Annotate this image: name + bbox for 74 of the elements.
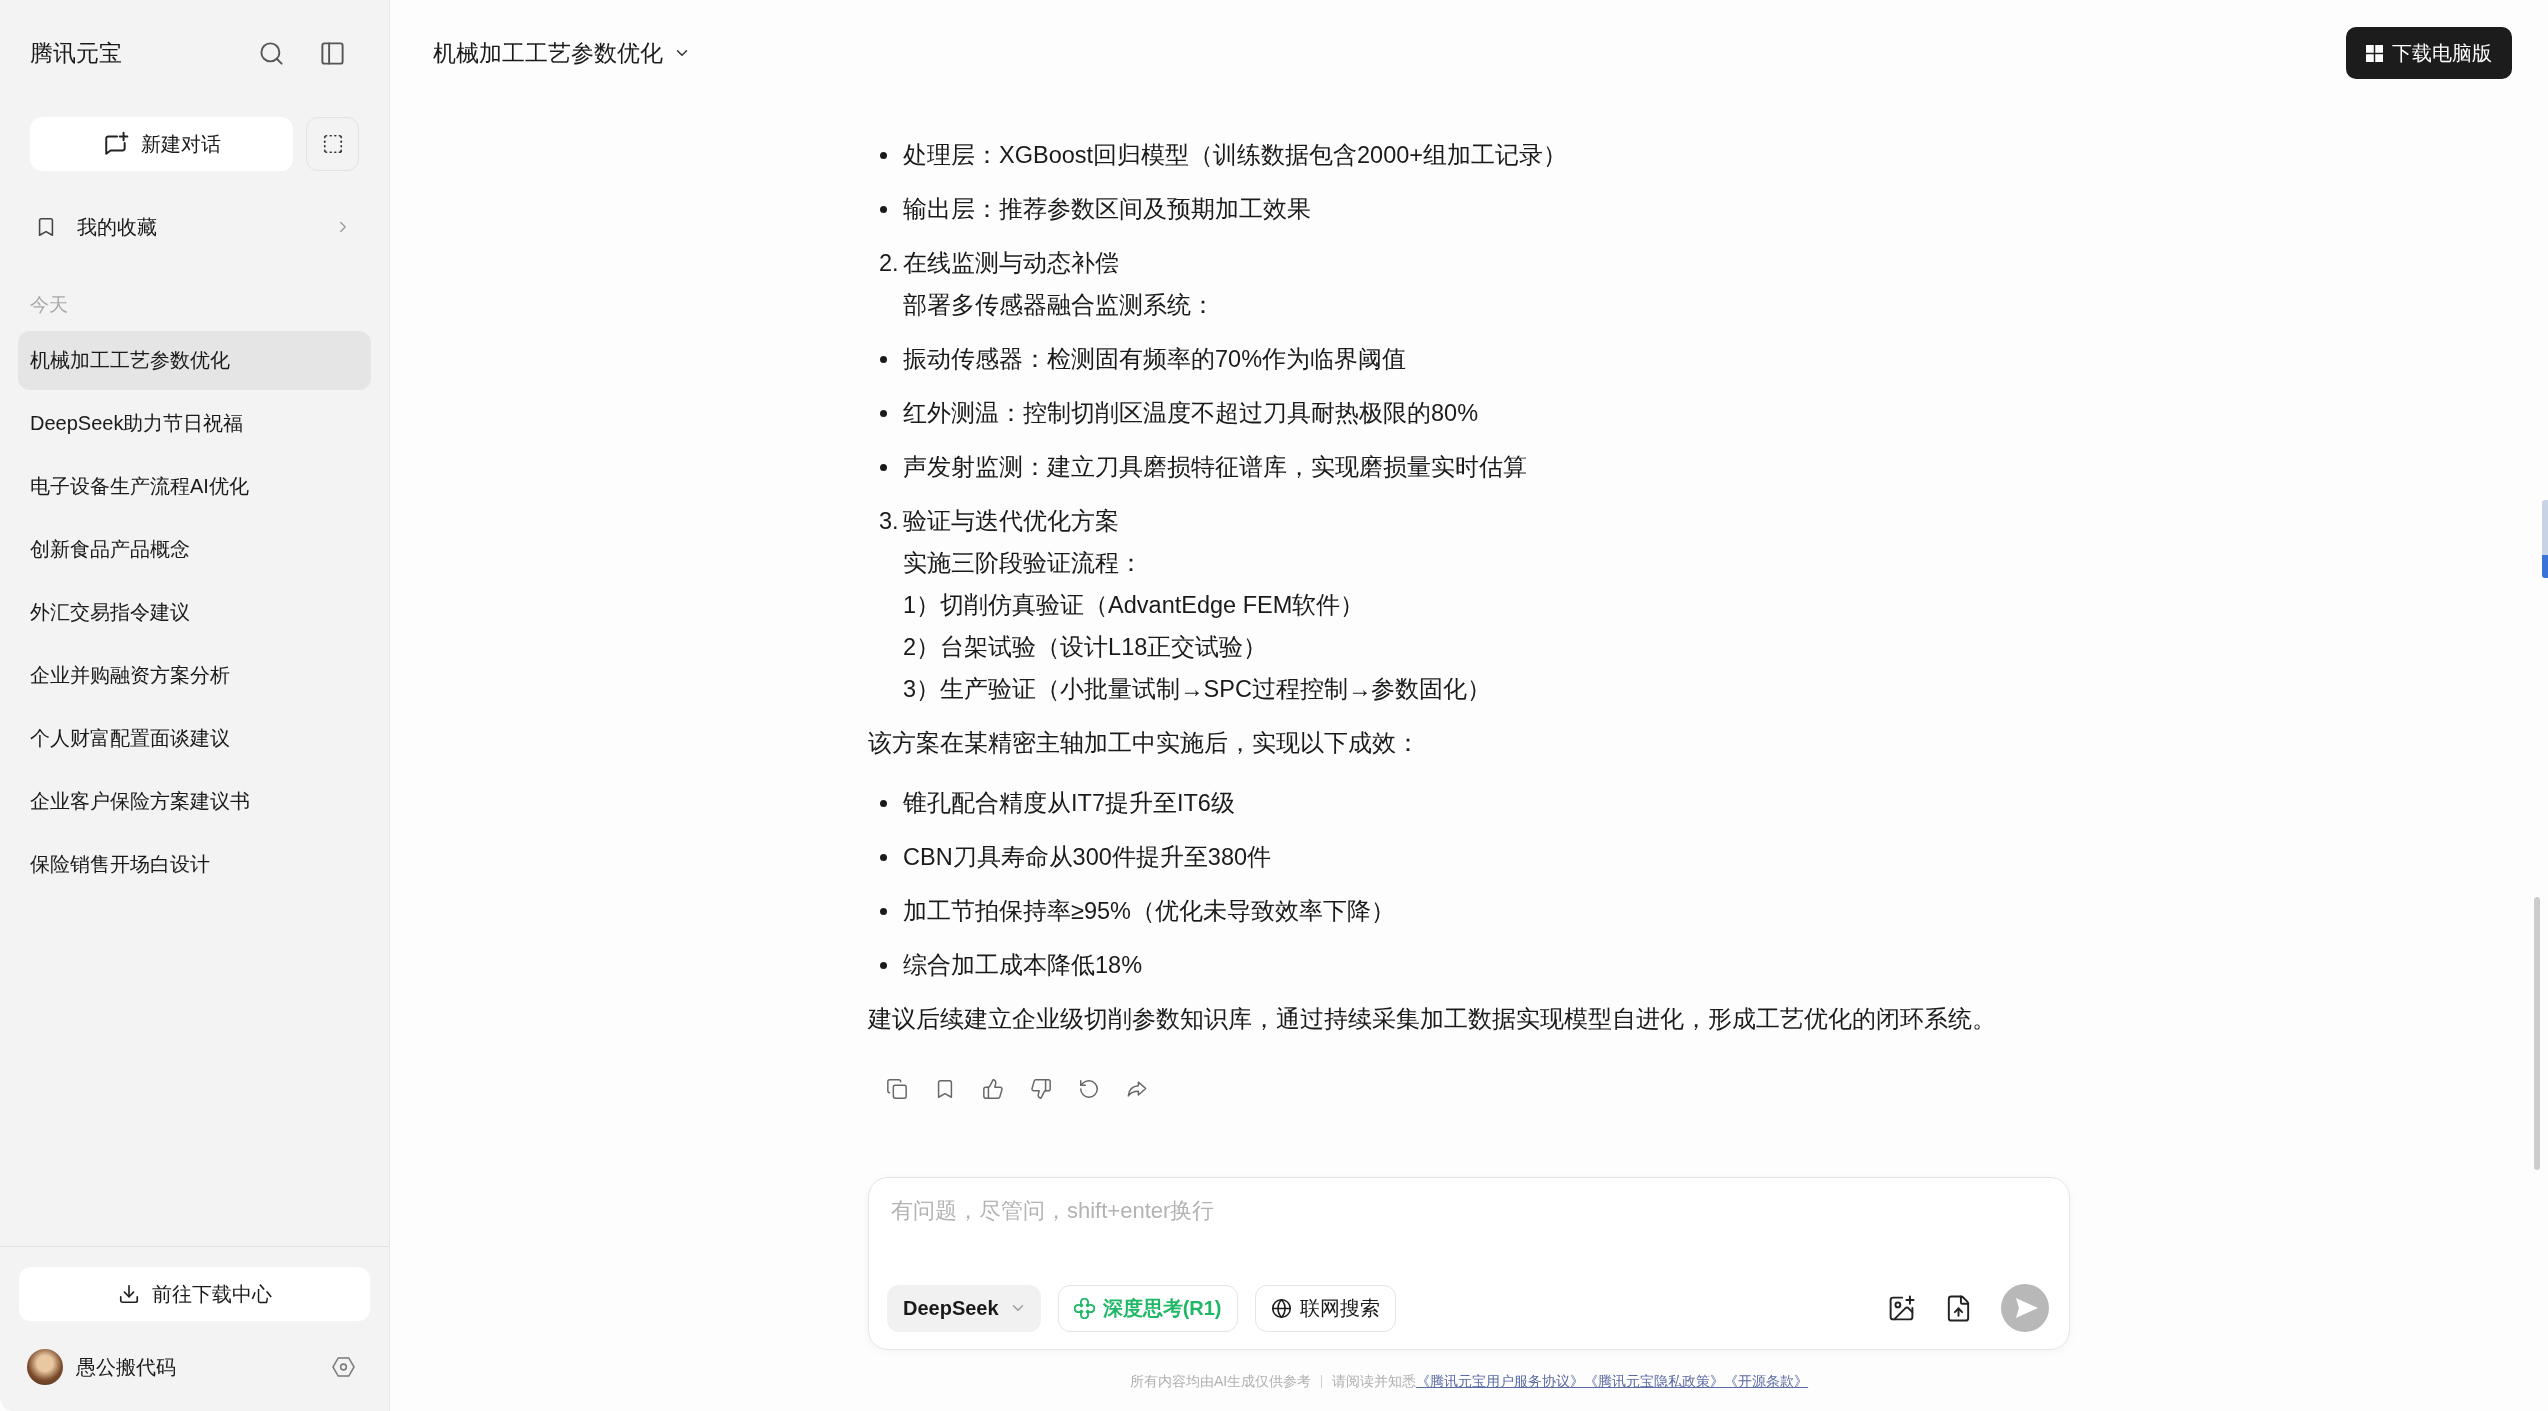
list-item-text: 处理层：XGBoost回归模型（训练数据包含2000+组加工记录） [903, 141, 1568, 170]
image-plus-icon[interactable] [1887, 1293, 1916, 1323]
chat-title-dropdown[interactable]: 机械加工工艺参数优化 [433, 37, 691, 69]
settings-icon[interactable] [332, 1356, 355, 1378]
bullet-icon [880, 355, 887, 363]
conversation-item[interactable]: DeepSeek助力节日祝福 [18, 394, 371, 453]
share-arrow-icon[interactable] [1126, 1078, 1148, 1100]
list-line: 实施三阶段验证流程： [903, 549, 1143, 578]
policy-link[interactable]: 《腾讯元宝用户服务协议》 [1416, 1371, 1585, 1391]
policy-link[interactable]: 《腾讯元宝隐私政策》 [1584, 1371, 1725, 1391]
list-heading: 在线监测与动态补偿 [903, 249, 1119, 278]
list-item-text: 声发射监测：建立刀具磨损特征谱库，实现磨损量实时估算 [903, 453, 1527, 482]
policy-link[interactable]: 《开源条款》 [1724, 1371, 1809, 1391]
download-center-button[interactable]: 前往下载中心 [19, 1267, 370, 1321]
model-dropdown-button[interactable]: DeepSeek [887, 1284, 1041, 1332]
chat-input-box[interactable]: 有问题，尽管问，shift+enter换行 DeepSeek 深度思考(R1) 联网搜索 [868, 1177, 2070, 1350]
chat-plus-icon [102, 131, 129, 157]
conversation-item[interactable]: 创新食品产品概念 [18, 520, 371, 579]
copy-icon[interactable] [886, 1078, 908, 1100]
conversation-item[interactable]: 企业客户保险方案建议书 [18, 772, 371, 831]
side-tab-handle[interactable] [2542, 500, 2548, 578]
conversation-item[interactable]: 保险销售开场白设计 [18, 835, 371, 894]
list-line: 部署多传感器融合监测系统： [903, 291, 1215, 320]
list-line: 1）切削仿真验证（AdvantEdge FEM软件） [903, 591, 1365, 620]
bullet-icon [880, 151, 887, 159]
list-item-text: CBN刀具寿命从300件提升至380件 [903, 843, 1272, 872]
user-name: 愚公搬代码 [76, 1354, 176, 1380]
refresh-icon[interactable] [1078, 1078, 1100, 1100]
grid-icon [2366, 44, 2383, 62]
list-number: 3. [879, 507, 900, 536]
bullet-icon [880, 205, 887, 213]
list-number: 2. [879, 249, 900, 278]
message-input[interactable]: 有问题，尽管问，shift+enter换行 [887, 1196, 2049, 1284]
list-item-text: 红外测温：控制切削区温度不超过刀具耐热极限的80% [903, 399, 1479, 428]
search-icon[interactable] [258, 39, 285, 67]
panel-icon[interactable] [319, 39, 346, 67]
conversation-item[interactable]: 个人财富配置面谈建议 [18, 709, 371, 768]
notice-text: 请阅读并知悉 [1332, 1372, 1417, 1391]
list-item-text: 加工节拍保持率≥95%（优化未导致效率下降） [903, 897, 1395, 926]
web-search-toggle[interactable]: 联网搜索 [1254, 1284, 1396, 1332]
flower-icon [1073, 1297, 1095, 1319]
bullet-icon [880, 961, 887, 969]
disclaimer-text: 所有内容均由AI生成仅供参考 [1129, 1372, 1312, 1391]
paragraph-text: 该方案在某精密主轴加工中实施后，实现以下成效： [868, 729, 1420, 758]
user-avatar[interactable] [27, 1349, 63, 1385]
list-item-text: 锥孔配合精度从IT7提升至IT6级 [903, 789, 1235, 818]
dashed-square-icon [321, 133, 344, 155]
app-title: 腾讯元宝 [30, 38, 122, 68]
list-line: 2）台架试验（设计L18正交试验） [903, 633, 1268, 662]
list-heading: 验证与迭代优化方案 [903, 507, 1119, 536]
list-item-text: 输出层：推荐参数区间及预期加工效果 [903, 195, 1311, 224]
thumbs-down-icon[interactable] [1030, 1078, 1052, 1100]
conversation-item[interactable]: 外汇交易指令建议 [18, 583, 371, 642]
thumbs-up-icon[interactable] [982, 1078, 1004, 1100]
download-icon [117, 1283, 140, 1305]
list-line: 3）生产验证（小批量试制→SPC过程控制→参数固化） [903, 675, 1492, 704]
new-chat-button[interactable]: 新建对话 [30, 117, 293, 171]
bullet-icon [880, 853, 887, 861]
list-item-text: 综合加工成本降低18% [903, 951, 1143, 980]
bullet-icon [880, 463, 887, 471]
favorites-link[interactable]: 我的收藏 [18, 200, 371, 254]
bullet-icon [880, 799, 887, 807]
conversation-item[interactable]: 电子设备生产流程AI优化 [18, 457, 371, 516]
bullet-icon [880, 409, 887, 417]
list-item-text: 振动传感器：检测固有频率的70%作为临界阈值 [903, 345, 1407, 374]
globe-icon [1270, 1297, 1292, 1319]
download-app-button[interactable]: 下载电脑版 [2346, 27, 2512, 79]
section-label: 今天 [30, 293, 68, 317]
conversation-item[interactable]: 企业并购融资方案分析 [18, 646, 371, 705]
conversation-item[interactable]: 机械加工工艺参数优化 [18, 331, 371, 390]
scrollbar-thumb[interactable] [2534, 897, 2540, 1170]
paragraph-text: 建议后续建立企业级切削参数知识库，通过持续采集加工数据实现模型自进化，形成工艺优化的闭环系统。 [868, 1005, 1996, 1034]
send-icon [2014, 1297, 2039, 1319]
bullet-icon [880, 907, 887, 915]
